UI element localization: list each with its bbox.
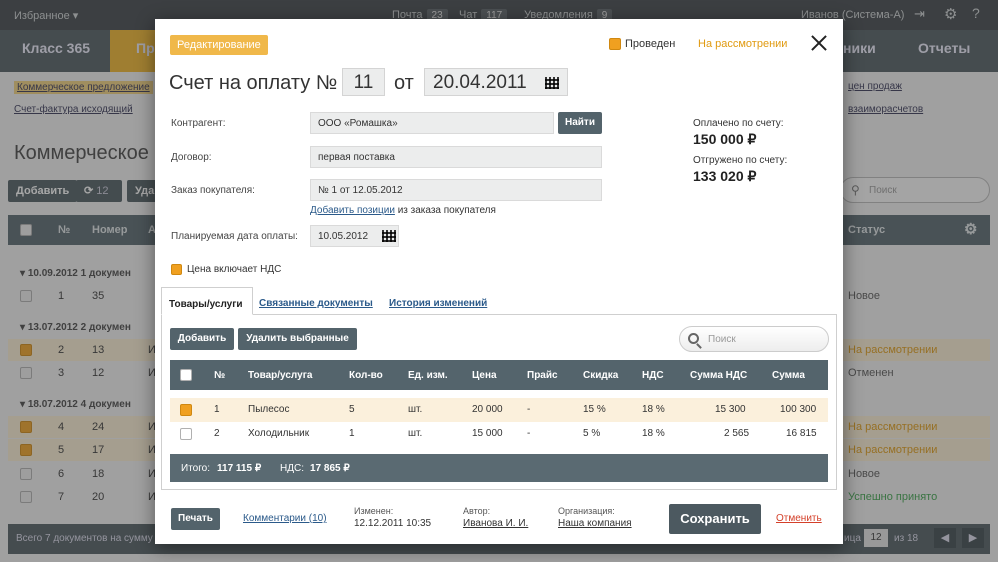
posted-checkbox[interactable] <box>609 38 621 50</box>
table-row[interactable]: 2 Холодильник 1 шт. 15 000 - 5 % 18 % 2 … <box>170 422 828 446</box>
tab-goods[interactable]: Товары/услуги <box>161 287 253 315</box>
changed-value: 12.12.2011 10:35 <box>354 518 432 529</box>
items-table-header: № Товар/услуга Кол-во Ед. изм. Цена Прай… <box>170 360 828 390</box>
shipped-label: Отгружено по счету: <box>693 155 788 166</box>
author-link[interactable]: Иванова И. И. <box>463 518 528 529</box>
org-link[interactable]: Наша компания <box>558 518 632 529</box>
cancel-link[interactable]: Отменить <box>776 513 822 524</box>
author-label: Автор: <box>463 506 491 516</box>
contract-label: Договор: <box>171 152 212 163</box>
paid-label: Оплачено по счету: <box>693 118 784 129</box>
row-checkbox[interactable] <box>180 404 192 416</box>
total-value: 117 115 ₽ <box>217 463 262 474</box>
order-field[interactable]: № 1 от 12.05.2012 <box>310 179 602 201</box>
invoice-title: Счет на оплату № <box>169 72 338 94</box>
review-status-link[interactable]: На рассмотрении <box>698 38 787 50</box>
delete-selected-button[interactable]: Удалить выбранные <box>238 328 357 350</box>
calendar-icon[interactable] <box>382 230 396 242</box>
items-total-bar: Итого: 117 115 ₽ НДС: 17 865 ₽ <box>170 454 828 482</box>
find-button[interactable]: Найти <box>558 112 602 134</box>
posted-label: Проведен <box>625 38 676 50</box>
invoice-date-field[interactable]: 20.04.2011 <box>424 68 568 96</box>
pay-date-field[interactable]: 10.05.2012 <box>310 225 399 247</box>
search-icon <box>688 333 699 344</box>
print-button[interactable]: Печать <box>171 508 220 530</box>
shipped-value: 133 020 ₽ <box>693 168 757 184</box>
vat-included-checkbox[interactable] <box>171 264 182 275</box>
row-checkbox[interactable] <box>180 428 192 440</box>
vat-total-value: 17 865 ₽ <box>310 463 350 474</box>
date-prefix: от <box>394 72 414 94</box>
contract-field[interactable]: первая поставка <box>310 146 602 168</box>
invoice-dialog: Редактирование Проведен На рассмотрении … <box>155 19 843 544</box>
comments-link[interactable]: Комментарии (10) <box>243 513 327 524</box>
tab-related-docs[interactable]: Связанные документы <box>259 298 373 309</box>
close-icon[interactable] <box>807 31 831 55</box>
org-label: Организация: <box>558 506 615 516</box>
paid-value: 150 000 ₽ <box>693 131 757 147</box>
calendar-icon[interactable] <box>545 77 559 89</box>
add-positions-text: Добавить позиции из заказа покупателя <box>310 205 496 216</box>
add-item-button[interactable]: Добавить <box>170 328 234 350</box>
add-positions-link[interactable]: Добавить позиции <box>310 205 395 216</box>
table-row[interactable]: 1 Пылесос 5 шт. 20 000 - 15 % 18 % 15 30… <box>170 398 828 422</box>
contractor-label: Контрагент: <box>171 118 226 129</box>
vat-included-label: Цена включает НДС <box>187 264 282 275</box>
save-button[interactable]: Сохранить <box>669 504 761 534</box>
invoice-number-field[interactable]: 11 <box>342 68 385 96</box>
pay-date-label: Планируемая дата оплаты: <box>171 231 298 242</box>
items-search-input[interactable]: Поиск <box>679 326 829 352</box>
select-all-checkbox[interactable] <box>180 369 192 381</box>
contractor-field[interactable]: ООО «Ромашка» <box>310 112 554 134</box>
edit-mode-badge: Редактирование <box>170 35 268 55</box>
order-label: Заказ покупателя: <box>171 185 255 196</box>
changed-label: Изменен: <box>354 506 394 516</box>
tab-history[interactable]: История изменений <box>389 298 487 309</box>
